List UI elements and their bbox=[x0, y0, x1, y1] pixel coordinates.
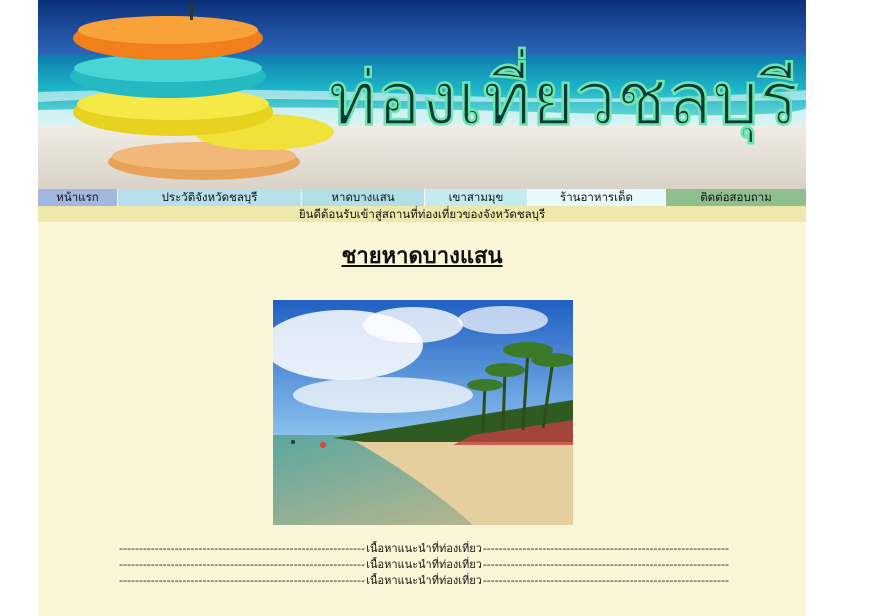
content-line-text: เนื้อหาแนะนำที่ท่องเที่ยว bbox=[366, 574, 482, 587]
welcome-marquee: ยินดีต้อนรับเข้าสู่สถานที่ท่องเที่ยวของจ… bbox=[38, 206, 806, 222]
dash-filler: ----------------------------------------… bbox=[119, 574, 366, 587]
beach-photo bbox=[273, 300, 573, 525]
page-container: ท่องเที่ยวชลบุรี หน้าแรก ประวัติจังหวัดช… bbox=[38, 0, 806, 616]
content-line: ----------------------------------------… bbox=[119, 557, 729, 573]
nav-item-bangsaen[interactable]: หาดบางแสน bbox=[302, 189, 425, 206]
top-navigation: หน้าแรก ประวัติจังหวัดชลบุรี หาดบางแสน เ… bbox=[38, 189, 806, 206]
banner-image: ท่องเที่ยวชลบุรี bbox=[38, 0, 806, 189]
nav-item-home[interactable]: หน้าแรก bbox=[38, 189, 118, 206]
dash-filler: ----------------------------------------… bbox=[482, 542, 729, 555]
content-line: ----------------------------------------… bbox=[119, 573, 729, 589]
page-title: ชายหาดบางแสน bbox=[38, 242, 806, 272]
dash-filler: ----------------------------------------… bbox=[482, 574, 729, 587]
page-title-text: ชายหาดบางแสน bbox=[341, 244, 503, 269]
nav-item-history[interactable]: ประวัติจังหวัดชลบุรี bbox=[118, 189, 302, 206]
dash-filler: ----------------------------------------… bbox=[119, 542, 366, 555]
nav-item-contact[interactable]: ติดต่อสอบถาม bbox=[666, 189, 806, 206]
dash-filler: ----------------------------------------… bbox=[482, 558, 729, 571]
header-banner: ท่องเที่ยวชลบุรี bbox=[38, 0, 806, 189]
content-line: ----------------------------------------… bbox=[119, 541, 729, 557]
nav-item-restaurants[interactable]: ร้านอาหารเด็ด bbox=[528, 189, 666, 206]
content-lines: ----------------------------------------… bbox=[119, 541, 729, 589]
dash-filler: ----------------------------------------… bbox=[119, 558, 366, 571]
content-line-text: เนื้อหาแนะนำที่ท่องเที่ยว bbox=[366, 558, 482, 571]
nav-item-khao-sam-muk[interactable]: เขาสามมุข bbox=[425, 189, 528, 206]
content-line-text: เนื้อหาแนะนำที่ท่องเที่ยว bbox=[366, 542, 482, 555]
banner-title: ท่องเที่ยวชลบุรี bbox=[328, 47, 799, 144]
